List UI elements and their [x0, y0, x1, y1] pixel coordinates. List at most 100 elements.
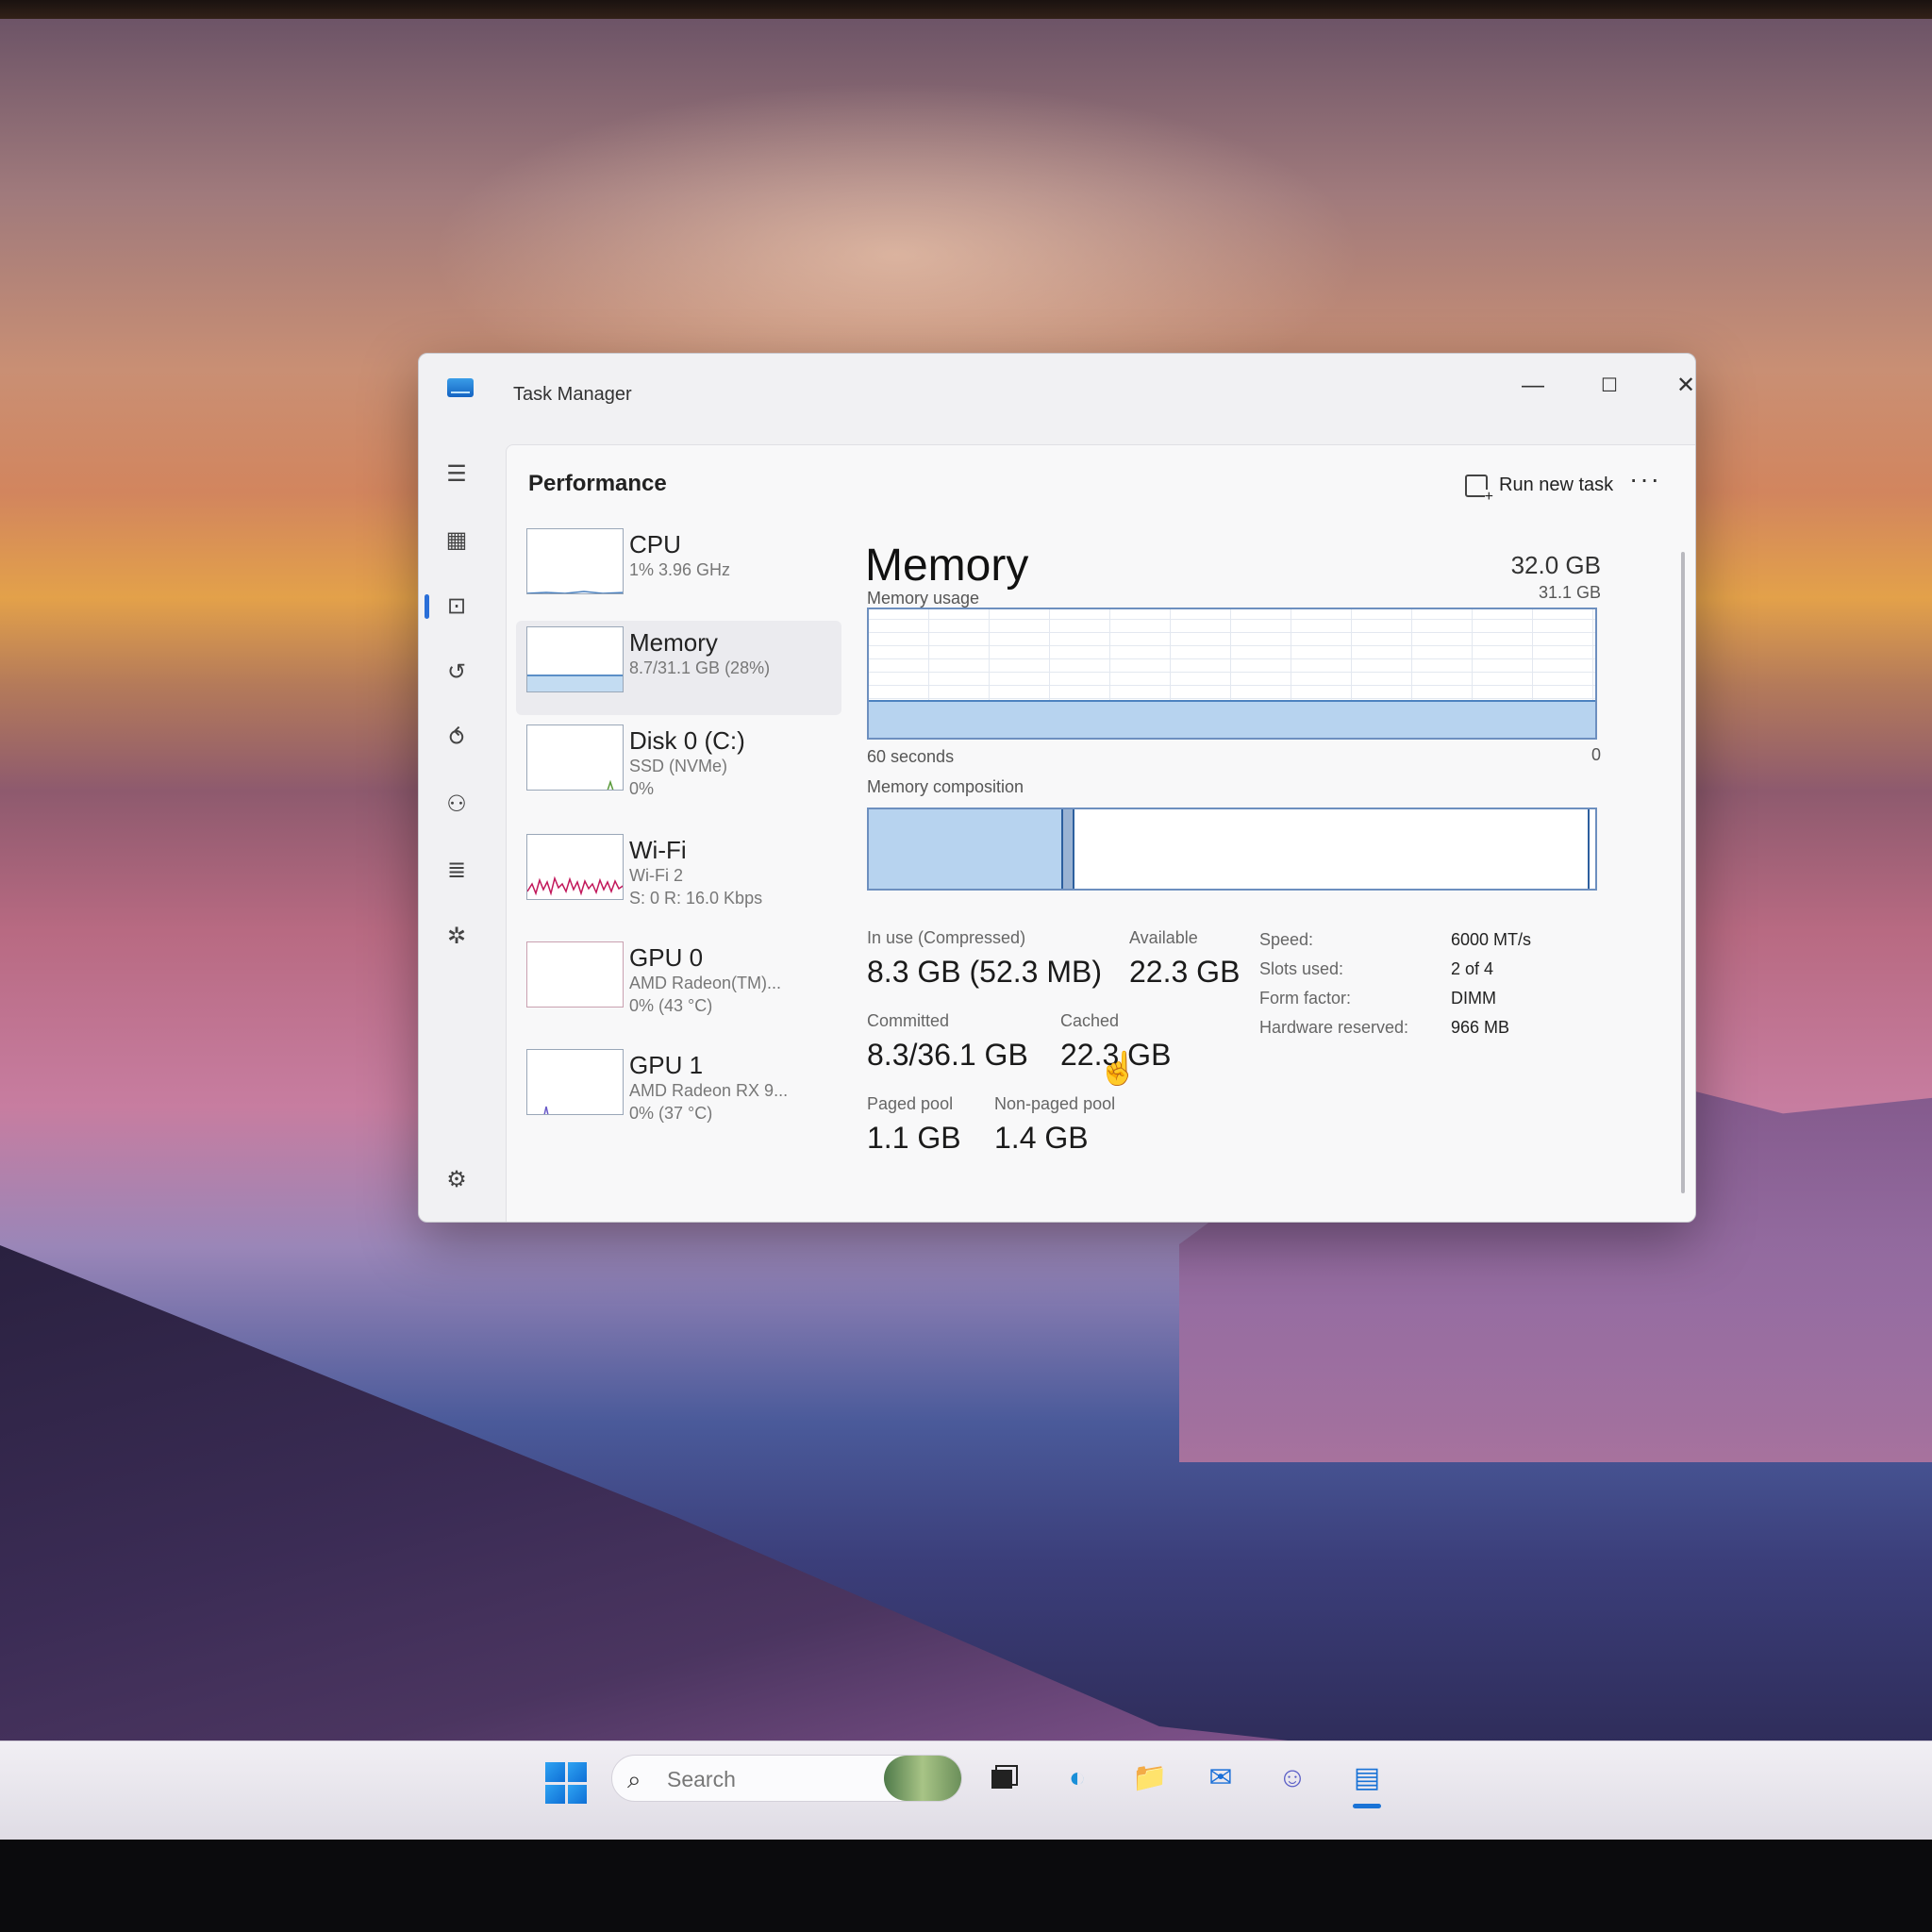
run-task-icon	[1465, 474, 1493, 505]
resource-name: CPU	[629, 530, 681, 558]
memory-usage-label: Memory usage	[867, 589, 980, 608]
memory-usage-graph	[867, 608, 1597, 740]
memory-composition-bar	[867, 808, 1597, 891]
services-icon[interactable]: ✲	[438, 918, 475, 956]
resource-name: Memory	[629, 628, 718, 657]
memory-total: 32.0 GB	[1510, 551, 1601, 579]
resource-gpu1[interactable]: GPU 1 AMD Radeon RX 9... 0% (37 °C)	[516, 1043, 841, 1138]
composition-free-edge	[1588, 809, 1595, 889]
committed-label: Committed	[867, 1011, 950, 1030]
outlook-icon[interactable]: ✉	[1199, 1757, 1242, 1800]
memory-composition-label: Memory composition	[867, 777, 1024, 796]
task-manager-window: Task Manager — ☐ ✕ ☰ ▦ ⊡ ↺ ⥀ ⚇ ≣ ✲ ⚙ Per…	[418, 353, 1696, 1223]
in-use-value: 8.3 GB (52.3 MB)	[867, 955, 1102, 989]
cpu-thumbnail-graph	[526, 528, 624, 594]
hamburger-icon[interactable]: ☰	[438, 456, 475, 493]
teams-icon[interactable]: ☺	[1271, 1757, 1314, 1800]
search-icon: ⌕	[627, 1765, 641, 1793]
non-paged-pool-label: Non-paged pool	[994, 1094, 1116, 1113]
task-view-icon[interactable]	[981, 1757, 1024, 1800]
non-paged-pool-value: 1.4 GB	[994, 1121, 1089, 1155]
resource-wifi[interactable]: Wi-Fi Wi-Fi 2 S: 0 R: 16.0 Kbps	[516, 828, 841, 923]
start-button[interactable]	[545, 1762, 587, 1804]
performance-icon[interactable]: ⊡	[438, 588, 475, 625]
minimize-button[interactable]: —	[1505, 369, 1561, 403]
slots-used-label: Slots used:	[1259, 959, 1344, 978]
memory-usage-max: 31.1 GB	[1538, 583, 1601, 602]
more-options-button[interactable]: ···	[1629, 464, 1661, 494]
run-new-task-button[interactable]: Run new task	[1465, 466, 1614, 505]
monitor-bezel-bottom	[0, 1840, 1932, 1932]
resource-detail: AMD Radeon(TM)...	[629, 974, 782, 992]
hand-cursor-icon: ☝	[1098, 1051, 1139, 1087]
windows-logo-icon	[567, 1784, 587, 1804]
maximize-button[interactable]: ☐	[1581, 369, 1638, 403]
resource-disk[interactable]: Disk 0 (C:) SSD (NVMe) 0%	[516, 719, 841, 813]
file-explorer-icon[interactable]: 📁	[1128, 1757, 1172, 1800]
in-use-label: In use (Compressed)	[867, 928, 1026, 947]
running-indicator	[1353, 1804, 1381, 1808]
speed-value: 6000 MT/s	[1451, 930, 1532, 949]
resource-detail: 8.7/31.1 GB (28%)	[629, 658, 771, 677]
resource-detail-2: 0% (43 °C)	[629, 996, 713, 1015]
resource-detail-2: 0%	[629, 779, 655, 798]
composition-modified	[1063, 809, 1075, 889]
windows-logo-icon	[545, 1784, 565, 1804]
available-value: 22.3 GB	[1129, 955, 1241, 989]
resource-name: GPU 1	[629, 1051, 704, 1079]
form-factor-label: Form factor:	[1259, 989, 1352, 1008]
memory-detail-pane: Memory 32.0 GB Memory usage 31.1 GB 60 s…	[865, 540, 1601, 1200]
cached-label: Cached	[1060, 1011, 1120, 1030]
window-title: Task Manager	[513, 384, 632, 405]
memory-heading: Memory	[865, 541, 1029, 591]
graph-time-right-label: 0	[1591, 745, 1601, 764]
users-icon[interactable]: ⚇	[438, 786, 475, 824]
page-title: Performance	[528, 471, 667, 496]
edge-icon[interactable]: ◐	[1056, 1757, 1099, 1800]
resource-detail-2: S: 0 R: 16.0 Kbps	[629, 889, 763, 908]
title-bar[interactable]: Task Manager — ☐ ✕	[419, 354, 1695, 414]
disk-thumbnail-graph	[526, 724, 624, 791]
run-new-task-label: Run new task	[1499, 475, 1614, 495]
memory-thumbnail-graph	[526, 626, 624, 692]
performance-page: Performance Run new task ··· CPU 1% 3.96…	[506, 444, 1695, 1222]
speed-label: Speed:	[1259, 930, 1314, 949]
available-label: Available	[1129, 928, 1198, 947]
slots-used-value: 2 of 4	[1451, 959, 1494, 978]
wifi-thumbnail-graph	[526, 834, 624, 900]
resource-detail-2: 0% (37 °C)	[629, 1104, 713, 1123]
form-factor-value: DIMM	[1451, 989, 1496, 1008]
startup-icon[interactable]: ⥀	[438, 720, 475, 758]
vertical-scrollbar[interactable]	[1681, 552, 1685, 1193]
resource-memory[interactable]: Memory 8.7/31.1 GB (28%)	[516, 621, 841, 715]
taskbar-search[interactable]: ⌕ Search	[611, 1755, 962, 1802]
processes-icon[interactable]: ▦	[438, 522, 475, 559]
resource-name: GPU 0	[629, 943, 704, 972]
graph-time-left-label: 60 seconds	[867, 747, 955, 766]
resource-name: Wi-Fi	[629, 836, 687, 864]
navigation-rail: ☰ ▦ ⊡ ↺ ⥀ ⚇ ≣ ✲ ⚙	[419, 414, 494, 1222]
resource-detail: Wi-Fi 2	[629, 866, 683, 885]
composition-in-use	[869, 809, 1064, 889]
gpu0-thumbnail-graph	[526, 941, 624, 1008]
resource-cpu[interactable]: CPU 1% 3.96 GHz	[516, 523, 841, 617]
task-manager-app-icon	[447, 378, 474, 397]
hardware-reserved-value: 966 MB	[1451, 1018, 1510, 1037]
gpu1-thumbnail-graph	[526, 1049, 624, 1115]
resource-detail: SSD (NVMe)	[629, 757, 728, 775]
taskbar	[0, 1740, 1932, 1845]
task-manager-icon[interactable]: ▤	[1345, 1757, 1389, 1800]
settings-icon[interactable]: ⚙	[438, 1161, 475, 1199]
details-icon[interactable]: ≣	[438, 852, 475, 890]
resource-detail: AMD Radeon RX 9...	[629, 1081, 789, 1100]
nav-selected-indicator	[425, 594, 429, 619]
close-button[interactable]: ✕	[1657, 369, 1695, 403]
memory-usage-fill	[869, 699, 1595, 738]
search-highlight-image	[884, 1756, 961, 1801]
resource-name: Disk 0 (C:)	[629, 726, 745, 755]
resource-gpu0[interactable]: GPU 0 AMD Radeon(TM)... 0% (43 °C)	[516, 936, 841, 1030]
search-placeholder: Search	[667, 1767, 736, 1791]
history-icon[interactable]: ↺	[438, 654, 475, 691]
windows-logo-icon	[545, 1762, 565, 1782]
windows-logo-icon	[567, 1762, 587, 1782]
